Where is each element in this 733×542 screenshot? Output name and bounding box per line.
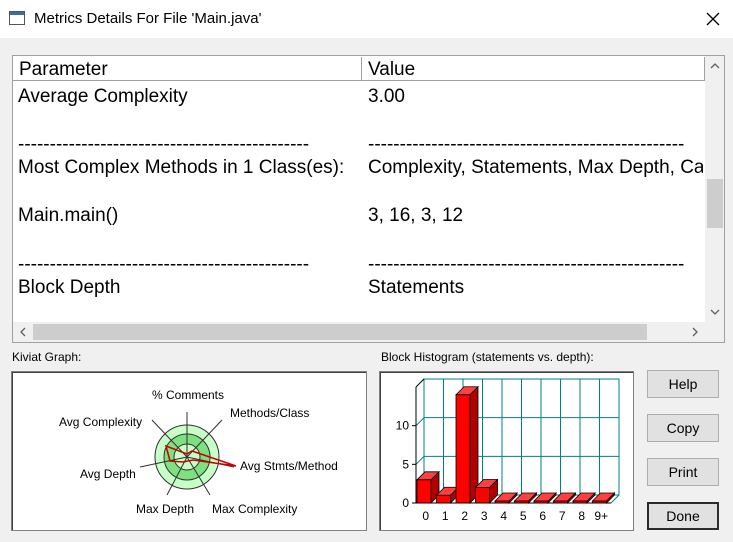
kiviat-axis-label: Max Complexity	[212, 502, 297, 516]
table-cell-parameter: Main.main()	[18, 205, 119, 226]
kiviat-axis-label: Avg Complexity	[59, 415, 142, 429]
scrollbar-corner	[705, 322, 724, 342]
histogram-bar	[416, 479, 432, 504]
copy-button[interactable]: Copy	[647, 414, 719, 442]
histogram-x-tick-label: 9+	[594, 509, 608, 523]
histogram-y-tick-label: 10	[396, 419, 410, 433]
histogram-label: Block Histogram (statements vs. depth):	[381, 350, 594, 364]
block-histogram: 0 5 10 0 1 2 3 4 5 6 7 8 9+	[379, 371, 634, 531]
title-bar: Metrics Details For File 'Main.java'	[0, 0, 733, 38]
window-icon	[9, 11, 25, 25]
scroll-down-icon[interactable]	[705, 302, 724, 322]
kiviat-axis-label: Max Depth	[136, 502, 194, 516]
table-cell-parameter: ----------------------------------------…	[18, 254, 310, 275]
histogram-grid-line	[415, 455, 425, 465]
histogram-x-tick-label: 5	[520, 509, 527, 523]
vertical-scroll-thumb[interactable]	[707, 179, 723, 228]
table-cell-parameter: Average Complexity	[18, 86, 188, 107]
kiviat-axis-label: Methods/Class	[230, 406, 309, 420]
horizontal-scroll-thumb[interactable]	[33, 324, 647, 340]
histogram-x-tick-label: 8	[578, 509, 585, 523]
table-cell-value: ----------------------------------------…	[368, 254, 685, 275]
window-title: Metrics Details For File 'Main.java'	[34, 10, 262, 27]
histogram-bar	[592, 500, 607, 504]
histogram-bar-side	[469, 385, 479, 504]
histogram-grid-line	[415, 417, 425, 427]
vertical-scrollbar[interactable]	[705, 56, 724, 322]
help-button[interactable]: Help	[647, 370, 719, 398]
histogram-bar	[475, 487, 490, 504]
histogram-bar	[572, 500, 588, 504]
table-cell-parameter: ----------------------------------------…	[18, 134, 310, 155]
close-icon[interactable]	[700, 6, 726, 32]
horizontal-scrollbar[interactable]	[13, 322, 705, 342]
table-cell-value: 3.00	[368, 86, 405, 107]
histogram-y-axis-top	[415, 378, 425, 388]
table-cell-value: ----------------------------------------…	[368, 134, 685, 155]
table-cell-parameter: Block Depth	[18, 277, 121, 298]
histogram-x-tick-label: 0	[422, 509, 429, 523]
histogram-bar	[514, 500, 529, 504]
scroll-up-icon[interactable]	[705, 56, 724, 76]
kiviat-graph: % Comments Methods/Class Avg Stmts/Metho…	[11, 371, 367, 531]
histogram-x-tick-label: 3	[481, 509, 488, 523]
histogram-bar	[494, 500, 510, 504]
histogram-x-tick-label: 6	[539, 509, 546, 523]
print-button[interactable]: Print	[647, 458, 719, 486]
histogram-x-tick-label: 4	[500, 509, 507, 523]
histogram-bar	[553, 500, 568, 504]
done-button[interactable]: Done	[647, 502, 719, 530]
table-cell-value: 3, 16, 3, 12	[368, 205, 464, 226]
metrics-table[interactable]: Parameter Value Average Complexity 3.00 …	[12, 55, 725, 343]
histogram-x-tick-label: 2	[461, 509, 468, 523]
scroll-left-icon[interactable]	[13, 322, 33, 342]
kiviat-axis-label: % Comments	[152, 388, 224, 402]
histogram-y-tick-label: 5	[402, 457, 409, 471]
kiviat-graph-label: Kiviat Graph:	[12, 350, 82, 364]
kiviat-axis-label: Avg Depth	[80, 467, 136, 481]
kiviat-axis-label: Avg Stmts/Method	[240, 459, 338, 473]
histogram-x-tick-label: 7	[559, 509, 566, 523]
histogram-bar	[533, 500, 549, 504]
histogram-y-tick-label: 0	[402, 496, 409, 510]
histogram-chart: 05100 1 2 3 4 5 6 7 8 9+	[396, 378, 620, 523]
histogram-x-tick-label: 1	[442, 509, 449, 523]
column-header-value[interactable]: Value	[362, 57, 705, 81]
histogram-bar	[455, 394, 471, 504]
column-header-parameter[interactable]: Parameter	[13, 57, 362, 81]
histogram-bar	[436, 494, 451, 504]
scroll-right-icon[interactable]	[685, 322, 705, 342]
table-cell-value: Complexity, Statements, Max Depth, Calls	[368, 157, 703, 178]
table-cell-parameter: Most Complex Methods in 1 Class(es):	[18, 157, 345, 178]
table-cell-value: Statements	[368, 277, 465, 298]
